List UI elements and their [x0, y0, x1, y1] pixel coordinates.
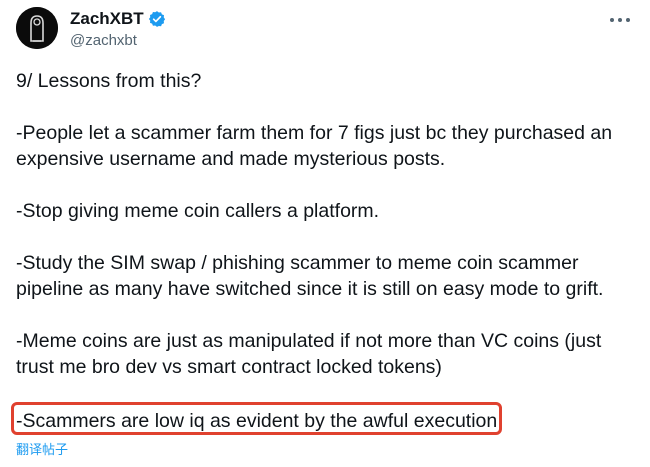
- tweet-paragraph: -Stop giving meme coin callers a platfor…: [16, 200, 380, 222]
- verified-badge-icon: [148, 11, 165, 27]
- highlighted-line: -Scammers are low iq as evident by the a…: [16, 410, 498, 432]
- more-dots-icon[interactable]: [608, 13, 632, 27]
- avatar-figure-icon: [16, 7, 58, 49]
- tweet-card: ZachXBT @zachxbt 9/ Lessons from this? -…: [0, 0, 650, 467]
- author-names: ZachXBT @zachxbt: [70, 8, 166, 49]
- tweet-paragraph: -People let a scammer farm them for 7 fi…: [16, 122, 618, 170]
- author-handle[interactable]: @zachxbt: [70, 32, 166, 49]
- author-display-name[interactable]: ZachXBT: [70, 9, 144, 29]
- tweet-paragraph: -Meme coins are just as manipulated if n…: [16, 330, 607, 378]
- tweet-text: 9/ Lessons from this? -People let a scam…: [16, 68, 636, 380]
- tweet-paragraph: -Study the SIM swap / phishing scammer t…: [16, 252, 604, 300]
- translate-post-link[interactable]: 翻译帖子: [16, 439, 68, 458]
- avatar[interactable]: [16, 7, 58, 49]
- tweet-header: ZachXBT @zachxbt: [16, 7, 636, 55]
- tweet-paragraph: 9/ Lessons from this?: [16, 70, 202, 92]
